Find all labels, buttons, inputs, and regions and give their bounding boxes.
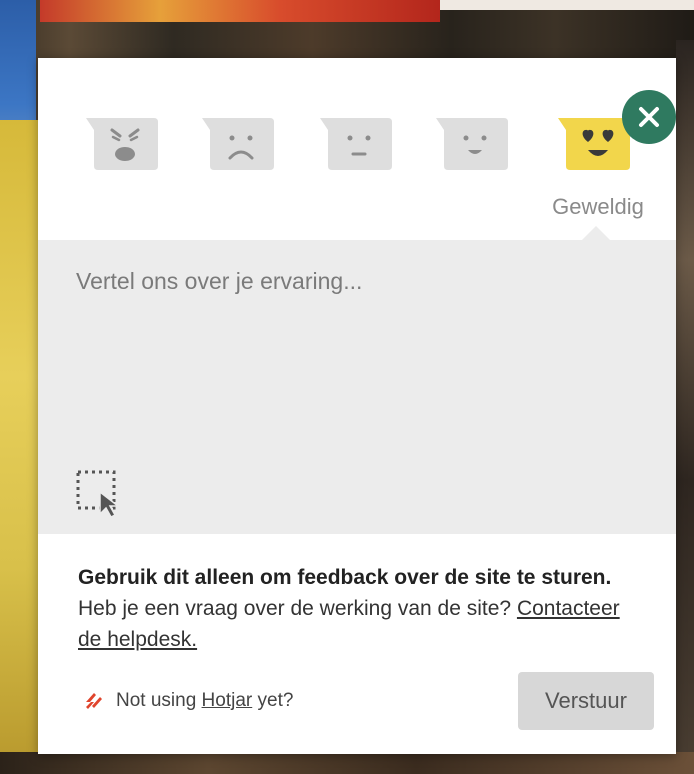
sad-face-icon (202, 118, 274, 170)
feedback-panel (38, 240, 676, 534)
hotjar-link[interactable]: Hotjar (202, 690, 253, 712)
close-button[interactable] (622, 90, 676, 144)
close-icon (639, 107, 659, 127)
emotion-option-neutral[interactable] (318, 116, 396, 172)
feedback-textarea[interactable] (76, 268, 636, 458)
submit-button[interactable]: Verstuur (518, 672, 654, 730)
hotjar-suffix: yet? (252, 690, 294, 711)
background-right-strip (676, 40, 694, 774)
feedback-widget: Geweldig Gebruik dit alleen om feedback … (38, 58, 676, 754)
background-white-strip (440, 0, 694, 10)
neutral-face-icon (320, 118, 392, 170)
emotion-option-sad[interactable] (200, 116, 278, 172)
background-red-strip (40, 0, 440, 22)
hotjar-logo-icon (86, 693, 102, 709)
info-bold-text: Gebruik dit alleen om feedback over de s… (78, 566, 612, 589)
emotion-option-happy[interactable] (434, 116, 512, 172)
emotion-option-angry[interactable] (84, 116, 162, 172)
screenshot-select-button[interactable] (76, 470, 126, 518)
hotjar-prefix: Not using (116, 690, 202, 711)
emotion-pointer (582, 226, 610, 240)
happy-face-icon (436, 118, 508, 170)
area-select-icon (76, 470, 121, 518)
feedback-info-text: Gebruik dit alleen om feedback over de s… (78, 562, 638, 655)
hotjar-branding: Not using Hotjar yet? (82, 686, 293, 716)
angry-face-icon (86, 118, 158, 170)
info-regular-text: Heb je een vraag over de werking van de … (78, 597, 517, 620)
background-bottom-strip (0, 752, 694, 774)
emotion-rating: Geweldig (38, 58, 676, 240)
selected-emotion-label: Geweldig (552, 194, 644, 219)
background-yellow-strip (0, 120, 40, 760)
